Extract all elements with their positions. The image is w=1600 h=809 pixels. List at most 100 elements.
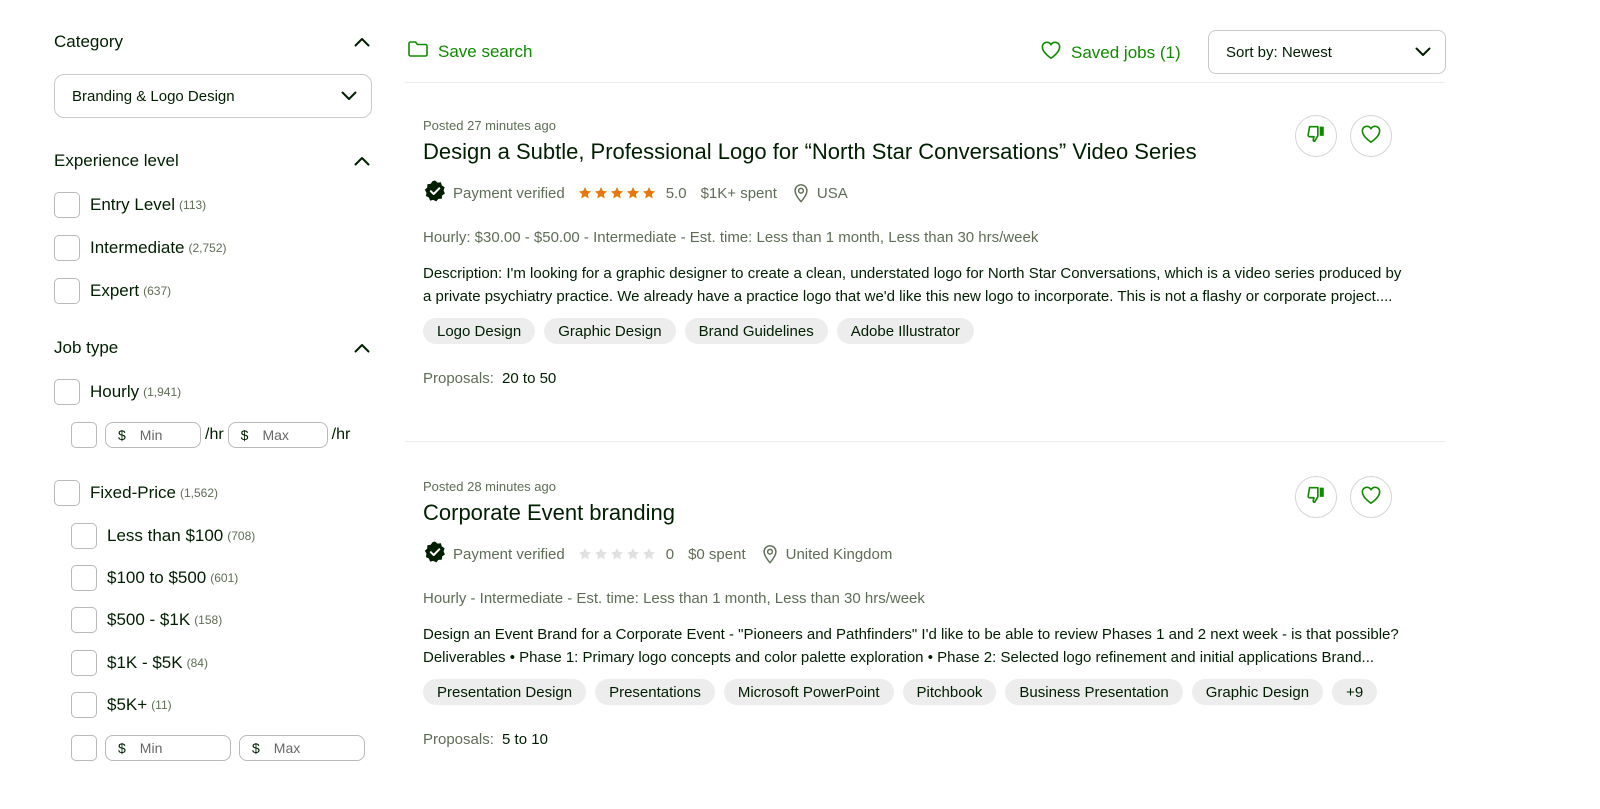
posted-time: Posted 27 minutes ago <box>423 118 556 133</box>
experience-option-entry[interactable]: Entry Level (113) <box>54 191 206 219</box>
currency-symbol: $ <box>118 740 126 756</box>
client-location: United Kingdom <box>785 545 893 563</box>
fixed-option[interactable]: $1K - $5K (84) <box>71 649 208 677</box>
option-count: (84) <box>186 656 208 670</box>
chevron-up-icon[interactable] <box>352 32 372 52</box>
option-label: Expert <box>90 281 140 300</box>
skill-tag[interactable]: Graphic Design <box>544 318 676 344</box>
option-label: $5K+ <box>107 695 148 714</box>
job-card[interactable]: Posted 27 minutes ago Design a Subtle, P… <box>423 118 1433 387</box>
checkbox[interactable] <box>71 692 97 718</box>
checkbox[interactable] <box>71 422 97 448</box>
skill-tag[interactable]: Microsoft PowerPoint <box>723 679 894 705</box>
proposals-count: Proposals: 20 to 50 <box>423 370 1433 387</box>
saved-jobs-link[interactable]: Saved jobs (1) <box>1040 40 1181 65</box>
experience-option-expert[interactable]: Expert (637) <box>54 277 171 305</box>
skill-tag[interactable]: Presentations <box>595 679 715 705</box>
save-search-button[interactable]: Save search <box>407 40 533 63</box>
checkbox[interactable] <box>54 278 80 304</box>
skill-tag[interactable]: Brand Guidelines <box>684 318 828 344</box>
option-label: Entry Level <box>90 195 176 214</box>
category-select[interactable]: Branding & Logo Design <box>54 74 372 118</box>
option-count: (11) <box>151 698 172 712</box>
option-label: $100 to $500 <box>107 568 207 587</box>
option-label: Less than $100 <box>107 526 224 545</box>
skill-tags: Logo Design Graphic Design Brand Guideli… <box>423 318 1433 344</box>
checkbox[interactable] <box>54 480 80 506</box>
rating-value: 5.0 <box>665 184 687 202</box>
heart-icon <box>1040 40 1062 65</box>
proposals-value: 20 to 50 <box>502 370 557 387</box>
job-description: Description: I'm looking for a graphic d… <box>423 262 1418 308</box>
option-label: $1K - $5K <box>107 653 183 672</box>
category-title: Category <box>54 32 123 51</box>
proposals-label: Proposals: <box>423 370 494 387</box>
proposals-value: 5 to 10 <box>502 731 548 748</box>
skill-tag[interactable]: Logo Design <box>423 318 536 344</box>
option-count: (601) <box>210 571 239 585</box>
rating-value: 0 <box>665 545 675 563</box>
min-placeholder: Min <box>139 740 163 756</box>
experience-option-intermediate[interactable]: Intermediate (2,752) <box>54 234 227 262</box>
skill-tags: Presentation Design Presentations Micros… <box>423 679 1433 705</box>
more-skills-tag[interactable]: +9 <box>1332 679 1378 705</box>
star-icon <box>610 548 623 560</box>
option-label: $500 - $1K <box>107 610 191 629</box>
fixed-max-input[interactable]: $ Max <box>239 735 365 761</box>
category-header[interactable]: Category <box>54 28 372 56</box>
checkbox[interactable] <box>71 607 97 633</box>
folder-icon <box>407 40 429 63</box>
checkbox[interactable] <box>54 379 80 405</box>
hourly-max-input[interactable]: $ Max <box>227 422 328 448</box>
job-type-hourly[interactable]: Hourly (1,941) <box>54 378 181 406</box>
chevron-down-icon <box>1415 44 1431 61</box>
chevron-down-icon <box>341 88 357 105</box>
job-type-header[interactable]: Job type <box>54 334 372 362</box>
fixed-option[interactable]: $500 - $1K (158) <box>71 606 222 634</box>
currency-symbol: $ <box>240 427 249 443</box>
star-icon <box>642 548 655 560</box>
job-card[interactable]: Posted 28 minutes ago Corporate Event br… <box>423 479 1433 748</box>
hourly-min-input[interactable]: $ Min <box>105 422 201 448</box>
skill-tag[interactable]: Presentation Design <box>423 679 587 705</box>
max-placeholder: Max <box>262 427 289 443</box>
fixed-option[interactable]: $5K+ (11) <box>71 691 172 719</box>
posted-time: Posted 28 minutes ago <box>423 479 556 494</box>
client-spent: $0 spent <box>688 545 746 563</box>
proposals-count: Proposals: 5 to 10 <box>423 731 1433 748</box>
divider <box>405 441 1445 442</box>
category-selected-value: Branding & Logo Design <box>72 87 235 105</box>
option-count: (1,562) <box>179 486 218 500</box>
checkbox[interactable] <box>71 650 97 676</box>
skill-tag[interactable]: Graphic Design <box>1191 679 1324 705</box>
description-line: Design an Event Brand for a Corporate Ev… <box>423 626 1399 643</box>
checkbox[interactable] <box>54 192 80 218</box>
sort-select[interactable]: Sort by: Newest <box>1208 30 1446 74</box>
skill-tag[interactable]: Pitchbook <box>902 679 997 705</box>
checkbox[interactable] <box>71 735 97 761</box>
experience-header[interactable]: Experience level <box>54 147 372 175</box>
rate-unit: /hr <box>205 426 224 443</box>
option-count: (2,752) <box>188 241 227 255</box>
description-line: a private psychiatry practice. We alread… <box>423 288 1393 305</box>
chevron-up-icon[interactable] <box>352 338 372 358</box>
checkbox[interactable] <box>71 565 97 591</box>
rating-stars <box>578 186 658 200</box>
payment-status: Payment verified <box>453 184 565 202</box>
job-type-title: Job type <box>54 338 119 357</box>
fixed-option[interactable]: $100 to $500 (601) <box>71 564 238 592</box>
checkbox[interactable] <box>71 523 97 549</box>
fixed-option[interactable]: Less than $100 (708) <box>71 522 255 550</box>
job-title-link[interactable]: Corporate Event branding <box>423 500 1433 526</box>
results-toolbar: Save search Saved jobs (1) Sort by: Newe… <box>405 28 1446 78</box>
currency-symbol: $ <box>118 427 126 443</box>
skill-tag[interactable]: Business Presentation <box>1005 679 1183 705</box>
checkbox[interactable] <box>54 235 80 261</box>
job-type-fixed[interactable]: Fixed-Price (1,562) <box>54 479 218 507</box>
fixed-min-input[interactable]: $ Min <box>105 735 231 761</box>
proposals-label: Proposals: <box>423 731 494 748</box>
star-icon <box>610 187 623 199</box>
chevron-up-icon[interactable] <box>352 151 372 171</box>
skill-tag[interactable]: Adobe Illustrator <box>836 318 974 344</box>
job-title-link[interactable]: Design a Subtle, Professional Logo for “… <box>423 139 1433 165</box>
